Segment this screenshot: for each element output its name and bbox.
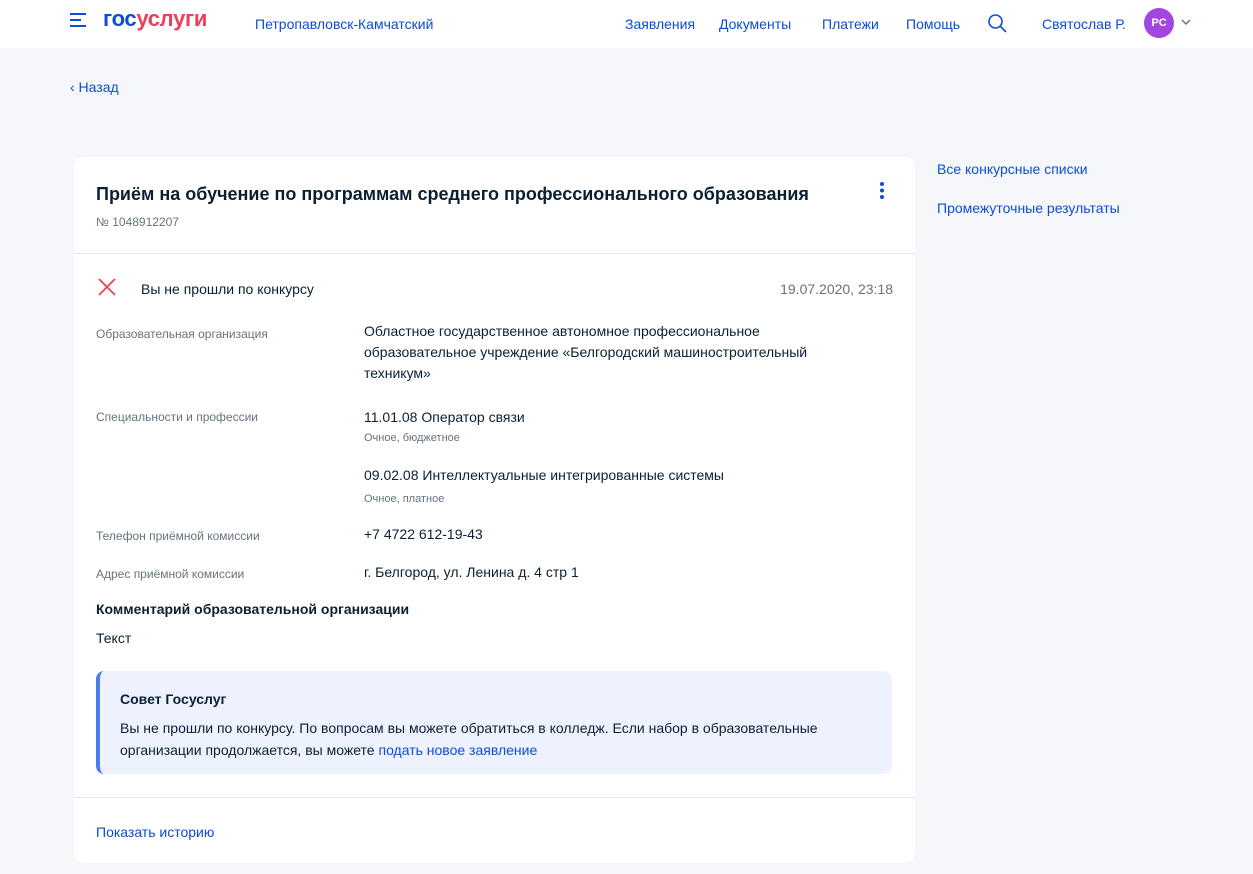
tip-box: Совет Госуслуг Вы не прошли по конкурсу.…	[96, 671, 892, 774]
new-application-link[interactable]: подать новое заявление	[378, 742, 537, 758]
comment-text: Текст	[96, 630, 132, 646]
close-icon	[98, 278, 116, 296]
application-card: Приём на обучение по программам среднего…	[74, 157, 915, 863]
address-value: г. Белгород, ул. Ленина д. 4 стр 1	[364, 564, 579, 580]
spec-details: Очное, бюджетное	[364, 432, 460, 444]
application-number: № 1048912207	[96, 215, 179, 229]
sidebar-link-intermediate-results[interactable]: Промежуточные результаты	[937, 200, 1120, 216]
avatar[interactable]: PC	[1144, 8, 1174, 38]
comment-title: Комментарий образовательной организации	[96, 601, 410, 617]
city-selector[interactable]: Петропавловск-Камчатский	[255, 16, 433, 32]
logo-part-1: гос	[103, 6, 137, 31]
nav-help[interactable]: Помощь	[906, 16, 960, 32]
gosuslugi-logo[interactable]: госуслуги	[103, 6, 207, 32]
application-title: Приём на обучение по программам среднего…	[96, 184, 809, 204]
divider	[74, 797, 915, 798]
back-link[interactable]: ‹ Назад	[70, 79, 119, 95]
nav-documents[interactable]: Документы	[719, 16, 791, 32]
nav-applications[interactable]: Заявления	[625, 16, 695, 32]
nav-payments[interactable]: Платежи	[822, 16, 879, 32]
phone-label: Телефон приёмной комиссии	[96, 529, 260, 543]
spec-name: 09.02.08 Интеллектуальные интегрированны…	[364, 467, 724, 483]
status-date: 19.07.2020, 23:18	[780, 281, 893, 297]
tip-text: Вы не прошли по конкурсу. По вопросам вы…	[120, 717, 880, 761]
address-label: Адрес приёмной комиссии	[96, 567, 245, 581]
tip-title: Совет Госуслуг	[120, 691, 227, 707]
spec-name: 11.01.08 Оператор связи	[364, 409, 525, 425]
divider	[74, 253, 915, 254]
phone-value: +7 4722 612-19-43	[364, 526, 483, 542]
org-label: Образовательная организация	[96, 327, 268, 341]
logo-part-2: услуги	[136, 6, 208, 31]
sidebar-link-all-lists[interactable]: Все конкурсные списки	[937, 161, 1088, 177]
org-value: Областное государственное автономное про…	[364, 323, 808, 381]
more-options-icon[interactable]	[874, 181, 890, 201]
menu-icon[interactable]	[70, 13, 86, 27]
top-header: госуслуги Петропавловск-Камчатский Заявл…	[0, 0, 1253, 48]
show-history-link[interactable]: Показать историю	[96, 824, 214, 840]
specs-label: Специальности и профессии	[96, 410, 259, 424]
chevron-down-icon[interactable]	[1181, 18, 1191, 26]
search-icon[interactable]	[987, 13, 1007, 33]
status-text: Вы не прошли по конкурсу	[141, 281, 314, 297]
user-name-link[interactable]: Святослав Р.	[1042, 16, 1126, 32]
spec-details: Очное, платное	[364, 493, 445, 505]
